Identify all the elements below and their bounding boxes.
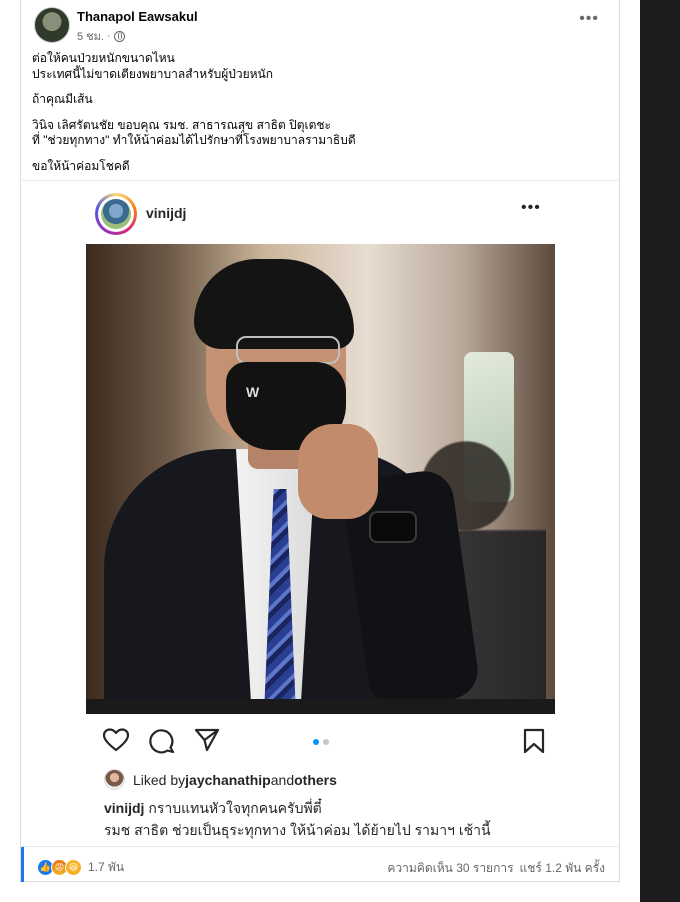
carousel-indicator — [313, 739, 329, 745]
bookmark-icon[interactable] — [523, 728, 545, 754]
reactions-summary[interactable]: 👍 😡 😆 1.7 พัน — [37, 858, 124, 877]
ig-avatar — [101, 199, 131, 229]
ig-username[interactable]: vinijdj — [146, 205, 186, 221]
liked-user[interactable]: jaychanathip — [185, 772, 271, 788]
globe-icon — [113, 30, 125, 42]
author-avatar[interactable] — [34, 7, 70, 43]
comment-icon[interactable] — [149, 728, 175, 754]
dark-side-panel — [640, 0, 680, 902]
ig-caption-text: กราบแทนหัวใจทุกคนครับพี่ตี๋ — [144, 800, 322, 816]
liked-prefix: Liked by — [133, 771, 186, 788]
watch — [369, 511, 417, 543]
ig-post-photo[interactable]: W — [86, 244, 555, 714]
liked-others[interactable]: others — [294, 772, 337, 788]
ig-caption-text: รมช สาธิต ช่วยเป็นธุระทุกทาง ให้น้าค่อม … — [104, 822, 491, 838]
share-icon[interactable] — [194, 728, 220, 752]
post-stats: ความคิดเห็น 30 รายการ แชร์ 1.2 พัน ครั้ง — [387, 859, 605, 878]
caption-line: ถ้าคุณมีเส้น — [32, 92, 93, 106]
heart-icon[interactable] — [103, 728, 129, 752]
post-caption: ต่อให้คนป่วยหนักขนาดไหน ประเทศนี้ไม่ขาดเ… — [32, 51, 602, 174]
caption-line: ขอให้น้าค่อมโชคดี — [32, 158, 130, 173]
caption-line: ต่อให้คนป่วยหนักขนาดไหน — [32, 51, 175, 65]
facebook-post: Thanapol Eawsakul 5 ชม. · ••• ต่อให้คนป่… — [20, 0, 620, 882]
more-options-icon[interactable]: ••• — [579, 11, 599, 27]
ig-caption: vinijdj กราบแทนหัวใจทุกคนครับพี่ตี๋ รมช … — [104, 797, 604, 841]
ig-more-options-icon[interactable]: ••• — [521, 200, 541, 216]
carousel-dot-active — [313, 739, 319, 745]
caption-line: ที่ "ช่วยทุกทาง" ทำให้น้าค่อมได้ไปรักษาท… — [32, 133, 356, 147]
liked-and: and — [270, 771, 295, 788]
mask-logo: W — [246, 384, 260, 400]
share-count[interactable]: แชร์ 1.2 พัน ครั้ง — [520, 859, 605, 878]
caption-line: วินิจ เลิศรัตนชัย ขอบคุณ รมช. สาธารณสุข … — [32, 117, 331, 132]
liker-avatar — [104, 769, 125, 790]
ig-story-ring[interactable] — [95, 193, 137, 235]
caption-line: ประเทศนี้ไม่ขาดเตียงพยาบาลสำหรับผู้ป่วยห… — [32, 66, 274, 81]
haha-reaction-icon: 😆 — [65, 859, 82, 876]
ig-caption-user[interactable]: vinijdj — [104, 800, 144, 816]
post-time[interactable]: 5 ชม. — [77, 27, 104, 45]
meta-separator: · — [106, 30, 111, 42]
reaction-count: 1.7 พัน — [88, 860, 125, 874]
liked-by: Liked by jaychanathip and others — [104, 769, 337, 790]
instagram-embed: vinijdj ••• W Liked by jaychanathip and … — [22, 180, 618, 846]
carousel-dot — [323, 739, 329, 745]
author-name[interactable]: Thanapol Eawsakul — [77, 9, 198, 24]
post-meta: 5 ชม. · — [77, 27, 125, 45]
post-footer: 👍 😡 😆 1.7 พัน ความคิดเห็น 30 รายการ แชร์… — [21, 846, 618, 882]
comment-count[interactable]: ความคิดเห็น 30 รายการ — [387, 859, 513, 878]
